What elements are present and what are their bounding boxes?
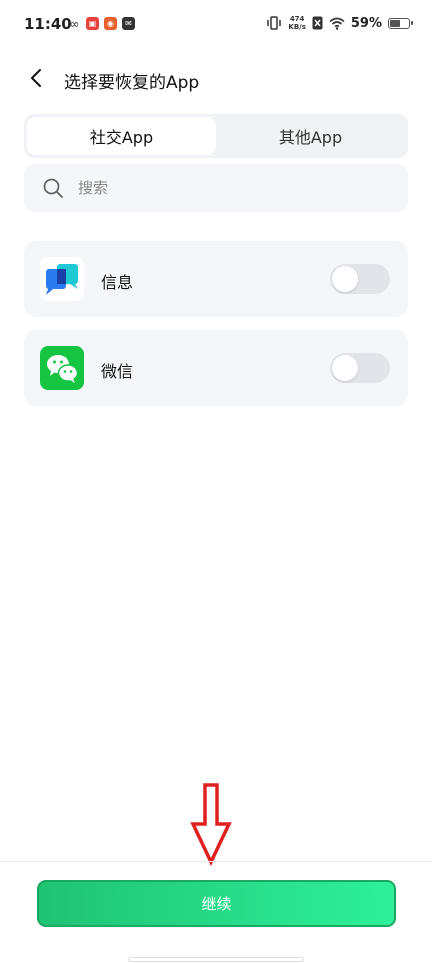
status-bar: 11:40 ∞ ▣ ◉ ✉ 474 KB/s 59%: [0, 0, 432, 50]
app-item-messages: 信息: [24, 241, 408, 317]
footer-divider: [0, 861, 432, 862]
link-notification-icon: ∞: [69, 16, 80, 31]
app-name: 微信: [101, 362, 134, 381]
back-button[interactable]: [22, 64, 50, 92]
toggle-knob: [332, 355, 358, 381]
vibrate-icon: [267, 16, 282, 30]
notification-icons: ∞ ▣ ◉ ✉: [68, 17, 135, 30]
search-input[interactable]: [78, 179, 368, 197]
chevron-left-icon: [31, 69, 41, 87]
battery-percent: 59%: [350, 15, 382, 31]
app-item-wechat: 微信: [24, 330, 408, 406]
wechat-app-icon: [40, 346, 84, 390]
status-right: 474 KB/s 59%: [266, 15, 413, 31]
toggle-knob: [332, 266, 358, 292]
battery-icon: [388, 17, 413, 29]
home-indicator[interactable]: [128, 957, 304, 962]
status-time: 11:40: [24, 15, 72, 33]
app-notification-icon: ▣: [86, 17, 99, 30]
messages-toggle[interactable]: [330, 264, 390, 294]
messages-app-icon: [40, 257, 84, 301]
app-name: 信息: [101, 273, 134, 292]
search-icon: [43, 178, 63, 198]
tab-other-apps[interactable]: 其他App: [216, 117, 405, 155]
battery-level: [390, 19, 401, 27]
app-category-tabs: 社交App 其他App: [24, 114, 408, 158]
page-title: 选择要恢复的App: [64, 73, 200, 93]
network-speed: 474 KB/s: [288, 15, 306, 31]
arrow-down-icon: [190, 783, 232, 866]
no-sim-icon: [312, 16, 323, 30]
wifi-icon: [329, 17, 345, 30]
search-bar[interactable]: [24, 164, 408, 212]
wechat-toggle[interactable]: [330, 353, 390, 383]
app-notification-icon-2: ◉: [104, 17, 117, 30]
message-notification-icon: ✉: [122, 17, 135, 30]
continue-button[interactable]: 继续: [37, 880, 396, 927]
tab-social-apps[interactable]: 社交App: [27, 117, 216, 155]
header: 选择要恢复的App: [0, 58, 432, 98]
